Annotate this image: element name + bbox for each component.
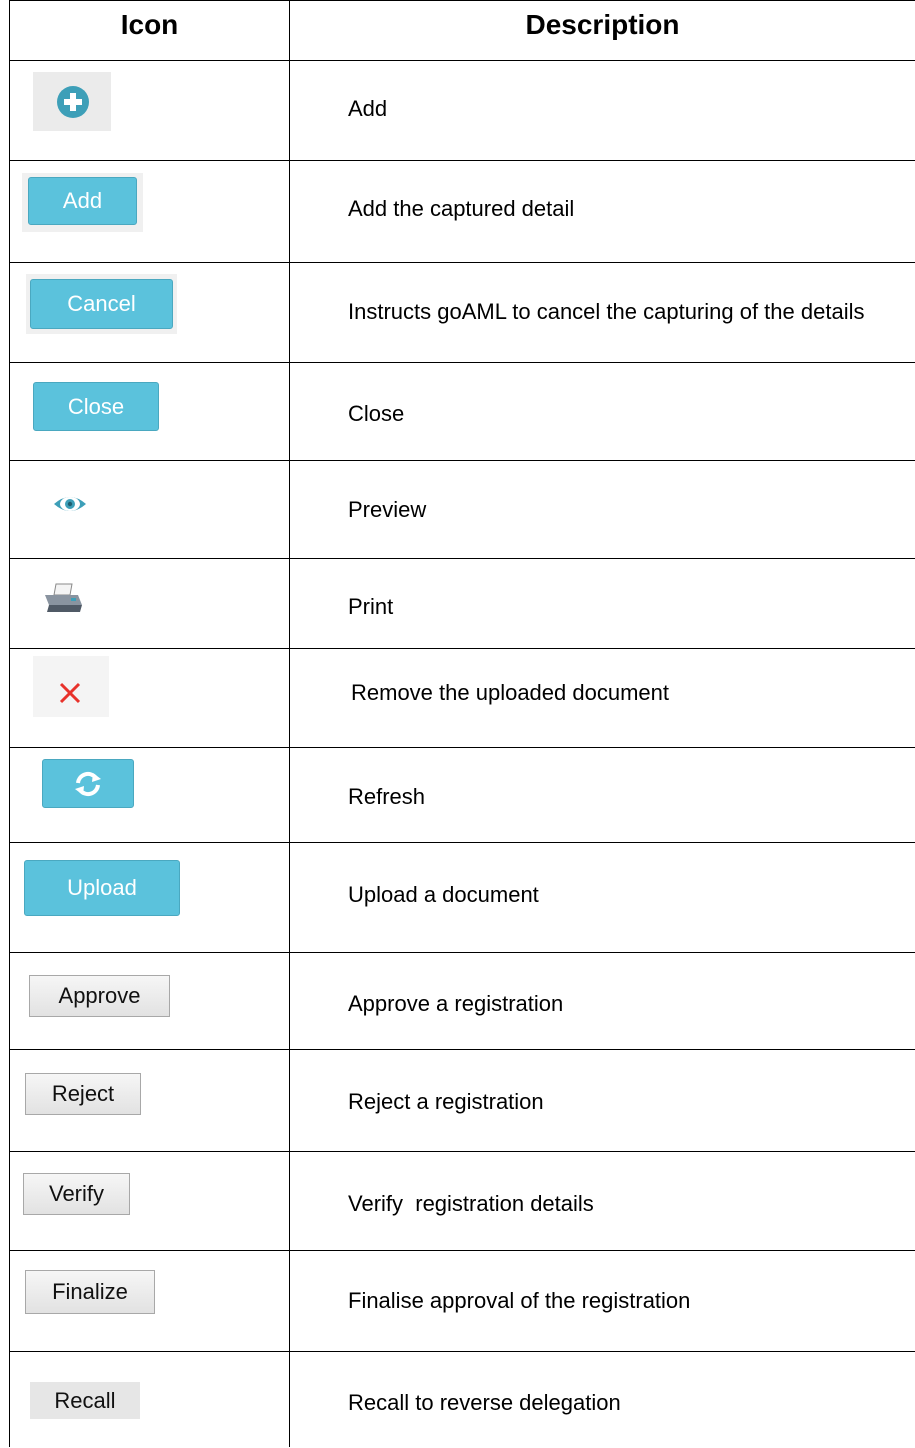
row-description: Approve a registration bbox=[348, 991, 564, 1016]
table-row: Print bbox=[10, 559, 915, 649]
recall-button[interactable]: Recall bbox=[30, 1382, 140, 1419]
cancel-button[interactable]: Cancel bbox=[30, 279, 173, 329]
row-description: Upload a document bbox=[348, 882, 539, 907]
close-button[interactable]: Close bbox=[33, 382, 159, 431]
table-row: Recall Recall to reverse delegation bbox=[10, 1352, 915, 1447]
table-row: Remove the uploaded document bbox=[10, 649, 915, 748]
row-description: Print bbox=[348, 594, 394, 619]
reject-button[interactable]: Reject bbox=[25, 1073, 141, 1115]
table-row: Approve Approve a registration bbox=[10, 953, 915, 1050]
row-description: Refresh bbox=[348, 784, 426, 809]
header-icon: Icon bbox=[120, 9, 179, 40]
table-row: Upload Upload a document bbox=[10, 843, 915, 953]
refresh-button[interactable] bbox=[42, 759, 134, 808]
row-description: Add bbox=[348, 96, 388, 121]
row-description: Add the captured detail bbox=[348, 196, 575, 221]
row-description: Close bbox=[348, 401, 405, 426]
table-row: Add Add the captured detail bbox=[10, 161, 915, 263]
table-row: Finalize Finalise approval of the regist… bbox=[10, 1251, 915, 1352]
row-description: Preview bbox=[348, 497, 427, 522]
row-description: Recall to reverse delegation bbox=[348, 1390, 621, 1415]
icon-reference-table: Icon Description Add Add Add the capture… bbox=[9, 0, 915, 1447]
table-row: Cancel Instructs goAML to cancel the cap… bbox=[10, 263, 915, 363]
row-description: Finalise approval of the registration bbox=[348, 1288, 691, 1313]
table-row: Preview bbox=[10, 461, 915, 559]
preview-icon-cell[interactable] bbox=[50, 489, 90, 519]
plus-circle-icon bbox=[57, 86, 89, 118]
table-row: Verify Verify registration details bbox=[10, 1152, 915, 1251]
close-x-icon bbox=[59, 682, 81, 704]
table-header-row: Icon Description bbox=[10, 0, 915, 61]
remove-icon-cell[interactable] bbox=[33, 656, 109, 717]
header-description: Description bbox=[525, 9, 680, 40]
table-row: Refresh bbox=[10, 748, 915, 843]
approve-button[interactable]: Approve bbox=[29, 975, 170, 1017]
table-row: Add bbox=[10, 61, 915, 161]
printer-icon bbox=[45, 583, 82, 612]
table-row: Close Close bbox=[10, 363, 915, 461]
row-description: Remove the uploaded document bbox=[351, 680, 669, 705]
eye-icon bbox=[54, 497, 86, 511]
row-description: Instructs goAML to cancel the capturing … bbox=[348, 299, 865, 324]
refresh-icon bbox=[75, 771, 101, 796]
add-icon-cell[interactable] bbox=[33, 72, 111, 131]
table-row: Reject Reject a registration bbox=[10, 1050, 915, 1152]
row-description: Reject a registration bbox=[348, 1089, 544, 1114]
row-description: Verify registration details bbox=[348, 1191, 594, 1216]
upload-button[interactable]: Upload bbox=[24, 860, 180, 916]
print-icon-cell[interactable] bbox=[40, 581, 86, 619]
verify-button[interactable]: Verify bbox=[23, 1173, 130, 1215]
add-button[interactable]: Add bbox=[28, 177, 137, 225]
finalize-button[interactable]: Finalize bbox=[25, 1270, 155, 1314]
